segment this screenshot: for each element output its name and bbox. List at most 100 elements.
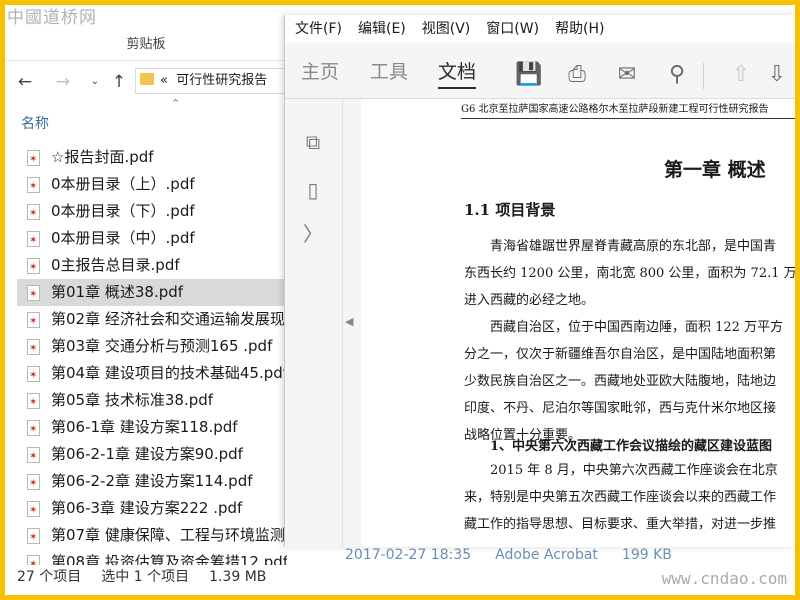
file-name: 0本册目录（中）.pdf bbox=[51, 229, 195, 247]
pdf-file-icon bbox=[27, 173, 40, 198]
file-row-selected[interactable]: 第01章 概述38.pdf bbox=[17, 279, 287, 306]
menu-file[interactable]: 文件(F) bbox=[295, 15, 342, 43]
pdf-file-icon bbox=[27, 200, 40, 225]
email-icon[interactable]: ✉ bbox=[613, 61, 641, 89]
address-path: 可行性研究报告 bbox=[176, 73, 268, 88]
pdf-page: G6 北京至拉萨国家高速公路格尔木至拉萨段新建工程可行性研究报告 第一章 概述 … bbox=[361, 99, 795, 547]
ribbon-group-clipboard[interactable]: 剪贴板 bbox=[5, 35, 287, 61]
pdf-file-icon bbox=[27, 281, 40, 306]
file-name: 第06-3章 建设方案222 .pdf bbox=[51, 499, 243, 517]
file-date: 2017-02-27 18:35 bbox=[345, 547, 472, 563]
text-line: 藏工作的指导思想、目标要求、重大举措，对进一步推 bbox=[464, 517, 777, 532]
menu-bar: 文件(F) 编辑(E) 视图(V) 窗口(W) 帮助(H) bbox=[285, 15, 795, 43]
tab-document[interactable]: 文档 bbox=[438, 59, 477, 89]
text-line: 2015 年 8 月，中央第六次西藏工作座谈会在北京 bbox=[490, 463, 778, 478]
file-explorer-window: 剪贴板 ← → ⌄ ↑ « 可行性研究报告 ⌃ 名称 ☆报告封面.pdf 0本册… bbox=[5, 5, 287, 595]
chapter-title: 第一章 概述 bbox=[664, 159, 766, 181]
watermark-url: www.cndao.com bbox=[661, 569, 787, 588]
section-title: 1.1 项目背景 bbox=[464, 201, 556, 219]
collapse-pane-icon[interactable]: ◀ bbox=[345, 315, 353, 328]
pdf-file-icon bbox=[27, 497, 40, 522]
pdf-file-icon bbox=[27, 227, 40, 252]
attachment-icon[interactable]: 〉 bbox=[300, 221, 326, 247]
pdf-file-icon bbox=[27, 146, 40, 171]
file-name: 第03章 交通分析与预测165 .pdf bbox=[51, 337, 273, 355]
text-line: 分之一，仅次于新疆维吾尔自治区，是中国陆地面积第 bbox=[464, 347, 777, 362]
forward-arrow-icon[interactable]: → bbox=[51, 70, 75, 94]
text-line: 西藏自治区，位于中国西南边陲，面积 122 万平方 bbox=[490, 320, 784, 335]
folder-icon bbox=[140, 73, 154, 85]
toolbar: 主页 工具 文档 💾 ⎙ ✉ ⚲ ⇧ ⇩ bbox=[285, 43, 795, 99]
file-row[interactable]: 第07章 健康保障、工程与环境监测与 bbox=[17, 522, 287, 549]
tab-tools[interactable]: 工具 bbox=[370, 59, 408, 89]
file-row[interactable]: 第04章 建设项目的技术基础45.pdf bbox=[17, 360, 287, 387]
text-line: 青海省雄踞世界屋脊青藏高原的东北部，是中国青 bbox=[490, 239, 777, 254]
text-line: 进入西藏的必经之地。 bbox=[464, 293, 595, 308]
page-up-icon[interactable]: ⇧ bbox=[727, 61, 755, 89]
status-selection: 选中 1 个项目 bbox=[101, 569, 190, 585]
file-row[interactable]: 第06-2-2章 建设方案114.pdf bbox=[17, 468, 287, 495]
file-name: 第05章 技术标准38.pdf bbox=[51, 391, 214, 409]
text-line: 东西长约 1200 公里，南北宽 800 公里，面积为 72.1 万 bbox=[464, 266, 795, 281]
file-size: 199 KB bbox=[621, 547, 672, 563]
file-row[interactable]: 0主报告总目录.pdf bbox=[17, 252, 287, 279]
file-row[interactable]: 0本册目录（上）.pdf bbox=[17, 171, 287, 198]
file-row[interactable]: 第02章 经济社会和交通运输发展现状 bbox=[17, 306, 287, 333]
pdf-file-icon bbox=[27, 308, 40, 333]
file-details-row: 2017-02-27 18:35 Adobe Acrobat 199 KB bbox=[345, 547, 795, 567]
file-row[interactable]: 0本册目录（中）.pdf bbox=[17, 225, 287, 252]
running-header: G6 北京至拉萨国家高速公路格尔木至拉萨段新建工程可行性研究报告 bbox=[461, 103, 795, 119]
menu-edit[interactable]: 编辑(E) bbox=[358, 15, 406, 43]
sort-caret-icon: ⌃ bbox=[171, 97, 181, 110]
pdf-file-icon bbox=[27, 254, 40, 279]
status-item-count: 27 个项目 bbox=[17, 569, 82, 585]
file-name: 0本册目录（上）.pdf bbox=[51, 175, 195, 193]
watermark-logo: 中國道桥网 bbox=[7, 8, 97, 28]
back-arrow-icon[interactable]: ← bbox=[13, 70, 37, 94]
up-arrow-icon[interactable]: ↑ bbox=[107, 70, 131, 94]
text-line: 来，特别是中央第五次西藏工作座谈会以来的西藏工作 bbox=[464, 490, 777, 505]
navigation-bar: ← → ⌄ ↑ « 可行性研究报告 bbox=[5, 66, 287, 96]
side-tools-pane: ⧉ ▯ 〉 bbox=[285, 99, 343, 547]
status-bar: 27 个项目 选中 1 个项目 1.39 MB bbox=[5, 565, 287, 595]
file-row[interactable]: 第06-1章 建设方案118.pdf bbox=[17, 414, 287, 441]
paragraph-1: 青海省雄踞世界屋脊青藏高原的东北部，是中国青 东西长约 1200 公里，南北宽 … bbox=[464, 233, 795, 314]
file-row[interactable]: 第06-3章 建设方案222 .pdf bbox=[17, 495, 287, 522]
file-name: 第02章 经济社会和交通运输发展现状 bbox=[51, 310, 287, 328]
address-prefix: « bbox=[160, 73, 168, 88]
save-icon[interactable]: 💾 bbox=[515, 61, 543, 89]
file-name: 第06-2-1章 建设方案90.pdf bbox=[51, 445, 243, 463]
file-row[interactable]: 第06-2-1章 建设方案90.pdf bbox=[17, 441, 287, 468]
pdf-file-icon bbox=[27, 362, 40, 387]
text-line: 印度、不丹、尼泊尔等国家毗邻，西与克什米尔地区接 bbox=[464, 401, 777, 416]
pdf-file-icon bbox=[27, 416, 40, 441]
bookmark-icon[interactable]: ▯ bbox=[300, 177, 326, 203]
search-icon[interactable]: ⚲ bbox=[663, 61, 691, 89]
file-row[interactable]: ☆报告封面.pdf bbox=[17, 144, 287, 171]
paragraph-2: 西藏自治区，位于中国西南边陲，面积 122 万平方 分之一，仅次于新疆维吾尔自治… bbox=[464, 314, 795, 449]
file-name: 0本册目录（下）.pdf bbox=[51, 202, 195, 220]
tab-home[interactable]: 主页 bbox=[301, 59, 339, 89]
file-type: Adobe Acrobat bbox=[495, 547, 598, 563]
address-bar[interactable]: « 可行性研究报告 bbox=[135, 68, 287, 94]
toolbar-divider bbox=[703, 63, 704, 89]
acrobat-window: 文件(F) 编辑(E) 视图(V) 窗口(W) 帮助(H) 主页 工具 文档 💾 ⎙ ✉… bbox=[284, 15, 795, 547]
file-row[interactable]: 第03章 交通分析与预测165 .pdf bbox=[17, 333, 287, 360]
sub-heading: 1、中央第六次西藏工作会议描绘的藏区建设蓝图 bbox=[490, 439, 773, 454]
file-row[interactable]: 0本册目录（下）.pdf bbox=[17, 198, 287, 225]
pdf-file-icon bbox=[27, 389, 40, 414]
file-row[interactable]: 第05章 技术标准38.pdf bbox=[17, 387, 287, 414]
menu-window[interactable]: 窗口(W) bbox=[486, 15, 539, 43]
file-name: 第06-2-2章 建设方案114.pdf bbox=[51, 472, 253, 490]
page-down-icon[interactable]: ⇩ bbox=[763, 61, 791, 89]
pdf-file-icon bbox=[27, 470, 40, 495]
file-name: 第04章 建设项目的技术基础45.pdf bbox=[51, 364, 287, 382]
menu-view[interactable]: 视图(V) bbox=[422, 15, 471, 43]
chevron-down-icon[interactable]: ⌄ bbox=[83, 70, 107, 94]
paragraph-3: 2015 年 8 月，中央第六次西藏工作座谈会在北京 来，特别是中央第五次西藏工… bbox=[464, 457, 795, 538]
screen: 剪贴板 ← → ⌄ ↑ « 可行性研究报告 ⌃ 名称 ☆报告封面.pdf 0本册… bbox=[5, 5, 795, 595]
pages-icon[interactable]: ⧉ bbox=[300, 129, 326, 155]
menu-help[interactable]: 帮助(H) bbox=[555, 15, 604, 43]
print-icon[interactable]: ⎙ bbox=[563, 61, 591, 89]
column-header-name[interactable]: 名称 bbox=[21, 113, 49, 133]
